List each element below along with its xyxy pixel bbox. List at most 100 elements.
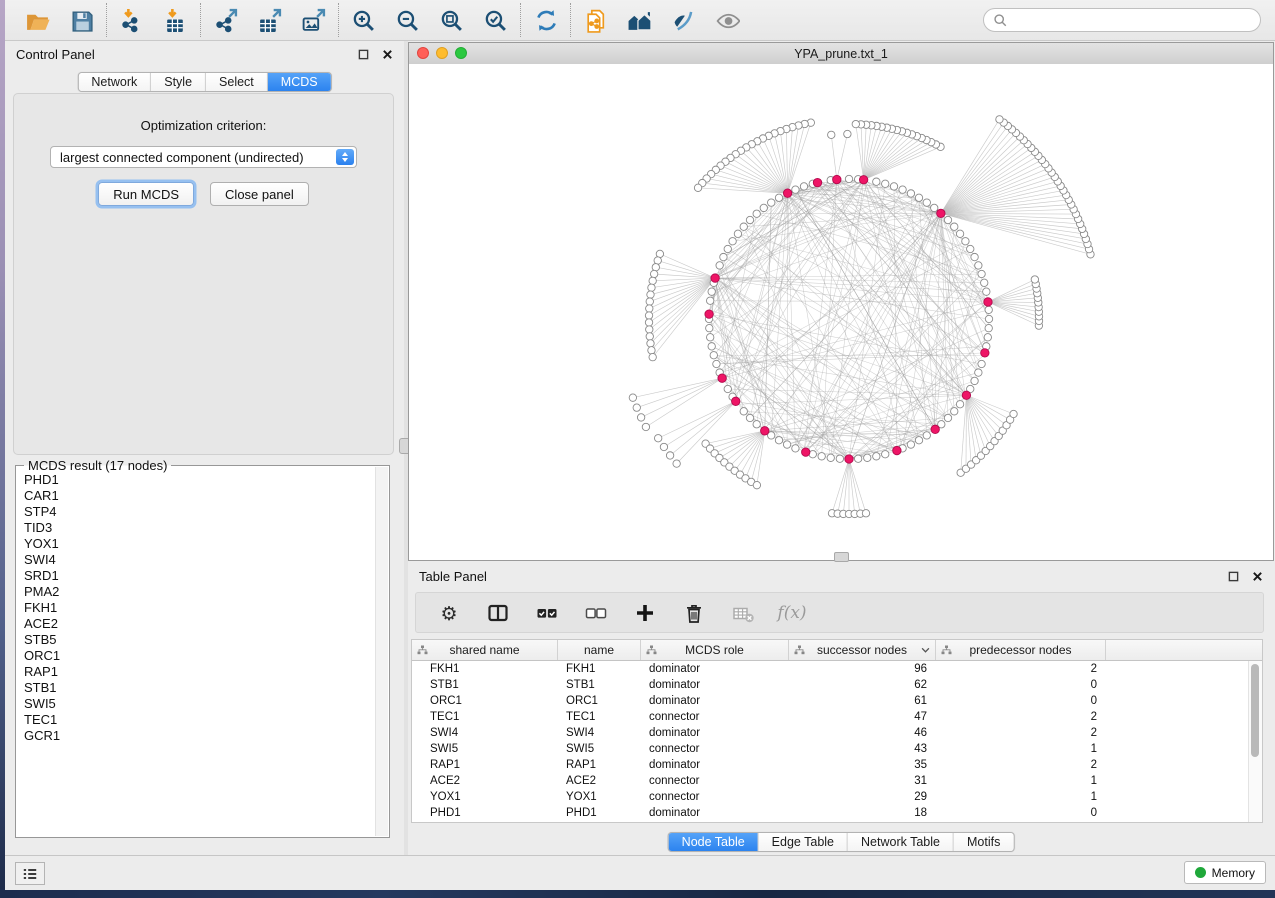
graph-node[interactable] [648,284,655,291]
hide-selected-button[interactable] [670,7,697,34]
graph-node[interactable] [716,262,723,269]
save-session-button[interactable] [68,7,95,34]
graph-node[interactable] [944,414,951,421]
graph-node[interactable] [971,253,978,260]
graph-node[interactable] [956,230,963,237]
graph-node[interactable] [923,432,930,439]
result-list-item[interactable]: ORC1 [24,648,373,664]
tab-mcds[interactable]: MCDS [268,73,331,91]
graph-node[interactable] [760,204,767,211]
close-panel-button[interactable]: Close panel [210,182,309,206]
search-box[interactable] [983,8,1261,32]
tab-network-table[interactable]: Network Table [848,833,954,851]
table-row[interactable]: RAP1RAP1dominator352 [412,757,1262,773]
graph-node[interactable] [646,298,653,305]
import-table-button[interactable] [162,7,189,34]
graph-node[interactable] [708,288,715,295]
graph-hub-node[interactable] [813,178,821,186]
graph-node[interactable] [827,454,834,461]
graph-node[interactable] [836,455,843,462]
graph-node[interactable] [873,453,880,460]
zoom-selected-button[interactable] [482,7,509,34]
graph-node[interactable] [724,385,731,392]
tab-edge-table[interactable]: Edge Table [759,833,848,851]
show-hidden-button[interactable] [714,7,741,34]
graph-node[interactable] [882,451,889,458]
graph-node[interactable] [792,186,799,193]
graph-hub-node[interactable] [937,209,945,217]
table-row[interactable]: YOX1YOX1connector291 [412,789,1262,805]
graph-node[interactable] [713,360,720,367]
graph-node[interactable] [907,441,914,448]
graph-hub-node[interactable] [711,274,719,282]
graph-hub-node[interactable] [833,175,841,183]
result-list-item[interactable]: YOX1 [24,536,373,552]
result-list-item[interactable]: PMA2 [24,584,373,600]
graph-hub-node[interactable] [984,298,992,306]
search-input[interactable] [1014,12,1251,29]
graph-node[interactable] [852,120,859,127]
network-graph[interactable] [409,64,1273,560]
table-row[interactable]: SWI4SWI4dominator462 [412,725,1262,741]
graph-node[interactable] [740,408,747,415]
float-panel-icon[interactable] [358,49,369,60]
graph-node[interactable] [882,180,889,187]
result-list-item[interactable]: STB1 [24,680,373,696]
mcds-result-scrollbar[interactable] [375,467,388,836]
result-list-item[interactable]: PHD1 [24,472,373,488]
graph-node[interactable] [956,401,963,408]
graph-node[interactable] [967,245,974,252]
import-network-button[interactable] [118,7,145,34]
graph-node[interactable] [854,455,861,462]
horizontal-splitter-handle[interactable] [834,552,849,562]
graph-node[interactable] [645,312,652,319]
optimization-criterion-select[interactable]: largest connected component (undirected) [50,146,357,168]
table-row[interactable]: TEC1TEC1connector472 [412,709,1262,725]
graph-node[interactable] [633,404,640,411]
graph-node[interactable] [951,408,958,415]
tab-motifs[interactable]: Motifs [954,833,1013,851]
result-list-item[interactable]: FKH1 [24,600,373,616]
graph-node[interactable] [654,257,661,264]
graph-node[interactable] [637,414,644,421]
graph-node[interactable] [971,377,978,384]
graph-node[interactable] [694,184,701,191]
graph-node[interactable] [673,460,680,467]
graph-node[interactable] [642,423,649,430]
graph-node[interactable] [978,360,985,367]
graph-node[interactable] [996,116,1003,123]
graph-node[interactable] [985,315,992,322]
zoom-fit-button[interactable] [438,7,465,34]
graph-node[interactable] [710,352,717,359]
graph-node[interactable] [792,445,799,452]
graph-node[interactable] [724,245,731,252]
export-network-button[interactable] [212,7,239,34]
split-panel-button[interactable] [486,601,510,625]
graph-node[interactable] [654,435,661,442]
graph-node[interactable] [983,288,990,295]
select-all-button[interactable] [535,601,559,625]
close-panel-icon[interactable] [382,49,393,60]
graph-node[interactable] [652,264,659,271]
tab-select[interactable]: Select [206,73,268,91]
graph-node[interactable] [753,210,760,217]
graph-node[interactable] [985,306,992,313]
graph-node[interactable] [660,443,667,450]
graph-node[interactable] [828,131,835,138]
graph-node[interactable] [890,183,897,190]
graph-node[interactable] [645,319,652,326]
graph-node[interactable] [706,297,713,304]
graph-node[interactable] [729,238,736,245]
graph-node[interactable] [649,277,656,284]
graph-hub-node[interactable] [859,176,867,184]
graph-node[interactable] [978,270,985,277]
graph-node[interactable] [646,326,653,333]
apply-layout-button[interactable] [532,7,559,34]
result-list-item[interactable]: SWI5 [24,696,373,712]
graph-node[interactable] [985,324,992,331]
graph-node[interactable] [923,199,930,206]
result-list-item[interactable]: SRD1 [24,568,373,584]
graph-node[interactable] [666,452,673,459]
minimize-window-icon[interactable] [436,47,448,59]
graph-node[interactable] [915,194,922,201]
